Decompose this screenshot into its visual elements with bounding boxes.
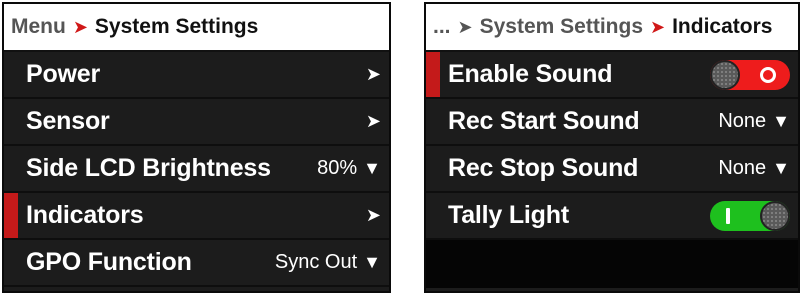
toggle-off-icon xyxy=(760,66,776,83)
breadcrumb: Menu ➤ System Settings xyxy=(4,4,389,52)
enable-sound-toggle[interactable] xyxy=(710,59,790,90)
menu-item-rec-start-sound[interactable]: Rec Start Sound None ▼ xyxy=(426,99,798,146)
chevron-right-icon: ➤ xyxy=(365,111,381,131)
menu-item-sensor[interactable]: Sensor ➤ xyxy=(4,99,389,146)
rec-stop-sound-dropdown[interactable]: None ▼ xyxy=(718,157,790,180)
breadcrumb-current: Indicators xyxy=(672,15,773,38)
menu-item-enable-sound[interactable]: Enable Sound xyxy=(426,52,798,99)
menu-item-label: Rec Start Sound xyxy=(448,107,640,135)
brightness-dropdown[interactable]: 80% ▼ xyxy=(317,157,381,180)
menu-item-label: Side LCD Brightness xyxy=(26,154,271,182)
system-settings-panel: Menu ➤ System Settings Power ➤ Sensor ➤ … xyxy=(2,2,391,293)
menu-item-label: Enable Sound xyxy=(448,60,613,88)
menu-item-label: Indicators xyxy=(26,201,144,229)
breadcrumb-current: System Settings xyxy=(94,15,259,38)
toggle-on-icon xyxy=(726,207,730,224)
menu-item-label: GPO Function xyxy=(26,248,192,276)
dropdown-value: None xyxy=(718,110,767,132)
menu-item-tally-light[interactable]: Tally Light xyxy=(426,193,798,240)
gpo-function-dropdown[interactable]: Sync Out ▼ xyxy=(275,251,381,274)
menu-item-label: Rec Stop Sound xyxy=(448,154,639,182)
arrow-right-icon: ➤ xyxy=(650,16,666,37)
toggle-knob xyxy=(710,59,740,90)
menu-item-gpo-function[interactable]: GPO Function Sync Out ▼ xyxy=(4,240,389,287)
menu-item-label: Power xyxy=(26,60,101,88)
chevron-right-icon: ➤ xyxy=(365,64,381,84)
dropdown-value: None xyxy=(718,157,767,179)
chevron-down-icon: ▼ xyxy=(363,158,381,178)
breadcrumb-parent[interactable]: System Settings xyxy=(480,15,643,39)
arrow-right-icon: ➤ xyxy=(457,16,473,37)
breadcrumb: ... ➤ System Settings ➤ Indicators xyxy=(426,4,798,52)
toggle-knob xyxy=(760,200,790,231)
menu-item-power[interactable]: Power ➤ xyxy=(4,52,389,99)
indicators-panel: ... ➤ System Settings ➤ Indicators Enabl… xyxy=(424,2,800,293)
breadcrumb-root[interactable]: ... xyxy=(433,15,451,39)
arrow-right-icon: ➤ xyxy=(72,16,88,37)
menu-item-label: Tally Light xyxy=(448,201,569,229)
menu-item-rec-stop-sound[interactable]: Rec Stop Sound None ▼ xyxy=(426,146,798,193)
rec-start-sound-dropdown[interactable]: None ▼ xyxy=(718,110,790,133)
menu-item-side-lcd-brightness[interactable]: Side LCD Brightness 80% ▼ xyxy=(4,146,389,193)
tally-light-toggle[interactable] xyxy=(710,200,790,231)
chevron-down-icon: ▼ xyxy=(772,158,790,178)
dropdown-value: 80% xyxy=(317,157,358,179)
dropdown-value: Sync Out xyxy=(274,251,358,273)
empty-area xyxy=(426,240,798,288)
menu-item-label: Sensor xyxy=(26,107,110,135)
chevron-right-icon: ➤ xyxy=(365,205,381,225)
chevron-down-icon: ▼ xyxy=(772,111,790,131)
breadcrumb-root[interactable]: Menu xyxy=(11,15,66,39)
chevron-down-icon: ▼ xyxy=(363,252,381,272)
menu-item-indicators[interactable]: Indicators ➤ xyxy=(4,193,389,240)
